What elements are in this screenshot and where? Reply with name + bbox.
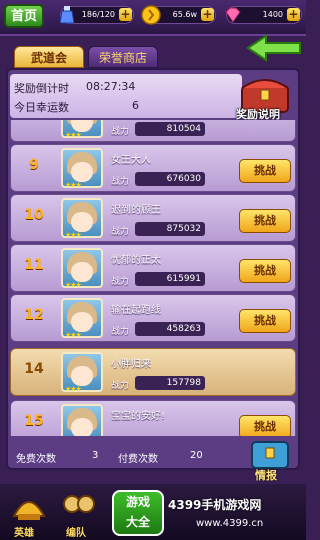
power-value: 676030: [135, 172, 205, 186]
list-item: 15 宝宝的安好! 挑战: [10, 400, 296, 436]
power-value: 810504: [135, 122, 205, 136]
power-label: 战力: [111, 327, 130, 337]
gold-resource: 65.6w +: [141, 5, 216, 25]
diamond-resource: 1400 +: [225, 6, 302, 24]
list-item: 9 ★★★ 女王大人 战力 676030 挑战: [10, 144, 296, 192]
watermark-url: www.4399.cn: [196, 518, 264, 529]
challenge-button[interactable]: 挑战: [239, 309, 291, 333]
rank-number: 11: [24, 257, 44, 273]
power-value: 875032: [135, 222, 205, 236]
stamina-value: 186/120: [81, 10, 115, 19]
add-diamond-button[interactable]: +: [287, 8, 300, 21]
stamina-potion-icon: [59, 6, 75, 24]
power-label: 战力: [111, 127, 130, 137]
list-item: 11 ★★★ 忧郁的正太 战力 615991 挑战: [10, 244, 296, 292]
intel-label[interactable]: 情报: [255, 467, 277, 483]
tab-martial-tournament[interactable]: 武道会: [14, 46, 84, 68]
rank-number: 15: [24, 413, 44, 429]
info-box: 奖励倒计时 08:27:34 今日幸运数 6: [10, 74, 242, 118]
watermark-logo: 游戏 大全: [112, 490, 164, 536]
paid-attempts-label: 付费次数: [118, 454, 158, 465]
power-label: 战力: [111, 381, 130, 391]
power-label: 战力: [111, 277, 130, 287]
star-rating: ★★★: [65, 231, 82, 239]
player-name: 忧郁的正太: [111, 255, 161, 266]
add-stamina-button[interactable]: +: [119, 8, 132, 21]
lucky-number-label: 今日幸运数: [14, 101, 69, 114]
countdown-value: 08:27:34: [86, 80, 136, 93]
star-rating: ★★★: [65, 331, 82, 339]
add-gold-button[interactable]: +: [201, 8, 214, 21]
lucky-number-value: 6: [132, 99, 139, 112]
player-name: 女王大人: [111, 155, 151, 166]
challenge-button[interactable]: 挑战: [239, 259, 291, 283]
power-value: 615991: [135, 272, 205, 286]
avatar: [61, 404, 103, 436]
gold-value: 65.6w: [172, 10, 197, 19]
player-name: 迟到的顾王: [111, 205, 161, 216]
power-value: 157798: [135, 376, 205, 390]
free-attempts-value: 3: [92, 450, 99, 461]
diamond-value: 1400: [262, 10, 283, 19]
rank-number: 9: [29, 157, 39, 173]
challenge-button[interactable]: 挑战: [239, 209, 291, 233]
list-item: 10 ★★★ 迟到的顾王 战力 875032 挑战: [10, 194, 296, 242]
paid-attempts-value: 20: [190, 450, 203, 461]
tab-honor-shop[interactable]: 荣誉商店: [88, 46, 158, 68]
star-rating: ★★★: [65, 281, 82, 289]
stamina-resource: 186/120 +: [59, 6, 134, 24]
watermark-text: 4399手机游戏网: [168, 498, 262, 512]
player-name: 宝宝的安好!: [111, 411, 166, 422]
diamond-icon: [225, 7, 241, 23]
gold-coin-icon: [141, 5, 161, 25]
countdown-label: 奖励倒计时: [14, 82, 69, 95]
rank-number: 12: [24, 307, 44, 323]
power-value: 458263: [135, 322, 205, 336]
player-name: 输在起跑线: [111, 305, 161, 316]
challenge-button[interactable]: 挑战: [239, 159, 291, 183]
power-label: 战力: [111, 177, 130, 187]
free-attempts-label: 免费次数: [16, 454, 56, 465]
nav-hero-label[interactable]: 英雄: [14, 524, 34, 539]
player-name: 小胖归来: [111, 359, 151, 370]
list-item: 12 ★★★ 输在起跑线 战力 458263 挑战: [10, 294, 296, 342]
star-rating: ★★★: [65, 131, 82, 139]
star-rating: ★★★: [65, 385, 82, 393]
nav-formation-label[interactable]: 编队: [66, 524, 86, 539]
power-label: 战力: [111, 227, 130, 237]
rank-number: 10: [24, 207, 44, 223]
rank-number: 14: [24, 361, 44, 377]
list-item: ★★★ 战力 810504: [10, 120, 296, 142]
challenge-button[interactable]: 挑战: [239, 415, 291, 436]
back-arrow-icon[interactable]: [246, 34, 302, 62]
home-button[interactable]: 首页: [4, 4, 44, 28]
list-item-self: 14 ★★★ 小胖归来 战力 157798: [10, 348, 296, 396]
ranking-list: ★★★ 战力 810504 9 ★★★ 女王大人 战力 676030 挑战 10…: [10, 120, 296, 436]
star-rating: ★★★: [65, 181, 82, 189]
